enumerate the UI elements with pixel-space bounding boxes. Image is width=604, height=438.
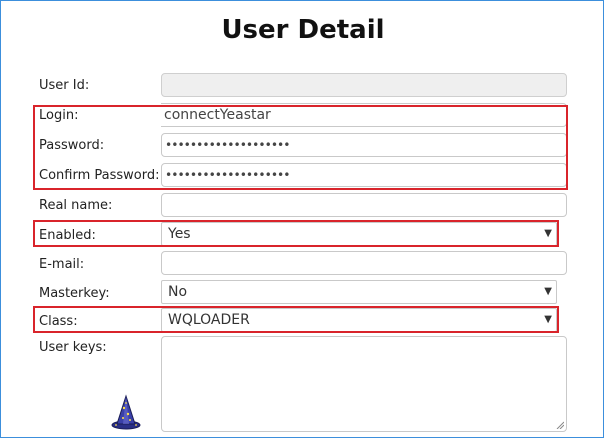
class-select[interactable]: WQLOADER ▼: [161, 308, 557, 332]
wizard-hat-icon[interactable]: [110, 394, 142, 430]
class-label: Class:: [39, 314, 78, 329]
confirm-password-label: Confirm Password:: [39, 168, 160, 183]
masterkey-label: Masterkey:: [39, 286, 110, 301]
chevron-down-icon: ▼: [544, 286, 552, 297]
login-label: Login:: [39, 108, 79, 123]
email-field[interactable]: [161, 251, 567, 275]
password-field[interactable]: [161, 133, 567, 157]
password-label: Password:: [39, 138, 105, 153]
chevron-down-icon: ▼: [544, 314, 552, 325]
chevron-down-icon: ▼: [544, 228, 552, 239]
page-title: User Detail: [221, 15, 385, 45]
masterkey-select-value: No: [168, 284, 188, 300]
confirm-password-field[interactable]: [161, 163, 567, 187]
real-name-field[interactable]: [161, 193, 567, 217]
user-keys-label: User keys:: [39, 340, 107, 355]
masterkey-select[interactable]: No ▼: [161, 280, 557, 304]
user-keys-textarea[interactable]: [161, 336, 567, 432]
login-field[interactable]: [161, 103, 567, 127]
resize-grip-icon[interactable]: [556, 421, 564, 429]
email-label: E-mail:: [39, 257, 85, 272]
user-id-label: User Id:: [39, 78, 90, 93]
enabled-label: Enabled:: [39, 228, 96, 243]
enabled-select[interactable]: Yes ▼: [161, 222, 557, 246]
class-select-value: WQLOADER: [168, 312, 250, 328]
enabled-select-value: Yes: [168, 226, 191, 242]
user-id-field: [161, 73, 567, 97]
real-name-label: Real name:: [39, 198, 113, 213]
